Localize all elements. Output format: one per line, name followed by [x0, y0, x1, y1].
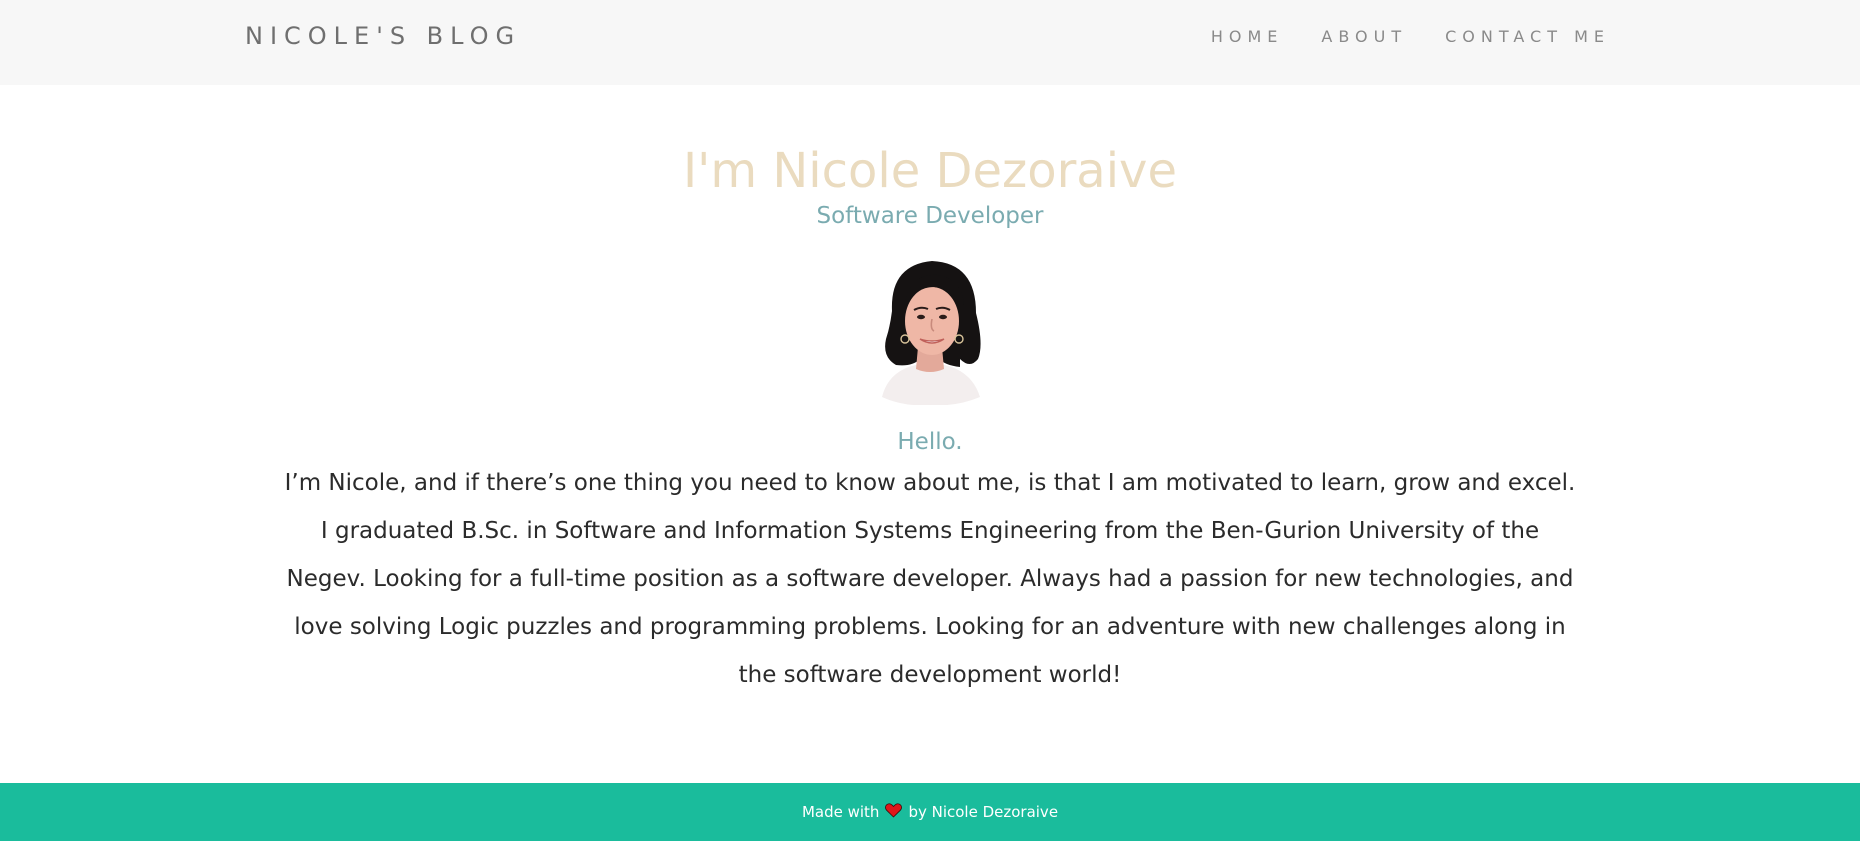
profile-photo-icon: [882, 261, 981, 405]
footer-prefix: Made with: [801, 803, 880, 821]
bio-text: I’m Nicole, and if there’s one thing you…: [284, 470, 1576, 688]
nav-home-link[interactable]: HOME: [1211, 27, 1284, 46]
footer-suffix: by Nicole Dezoraive: [908, 803, 1059, 821]
avatar: [860, 247, 1000, 405]
hero-section: I'm Nicole Dezoraive Software Developer: [0, 85, 1860, 699]
navbar: NICOLE'S BLOG HOME ABOUT CONTACT ME: [0, 0, 1860, 85]
page-title: I'm Nicole Dezoraive: [683, 143, 1177, 199]
subtitle: Software Developer: [816, 203, 1044, 229]
brand-link[interactable]: NICOLE'S BLOG: [245, 22, 521, 50]
nav-contact-link[interactable]: CONTACT ME: [1445, 27, 1610, 46]
footer: Made with by Nicole Dezoraive: [0, 783, 1860, 841]
nav-links: HOME ABOUT CONTACT ME: [1211, 27, 1610, 46]
greeting: Hello.: [897, 429, 963, 455]
nav-about-link[interactable]: ABOUT: [1321, 27, 1407, 46]
heart-icon: [885, 802, 903, 822]
